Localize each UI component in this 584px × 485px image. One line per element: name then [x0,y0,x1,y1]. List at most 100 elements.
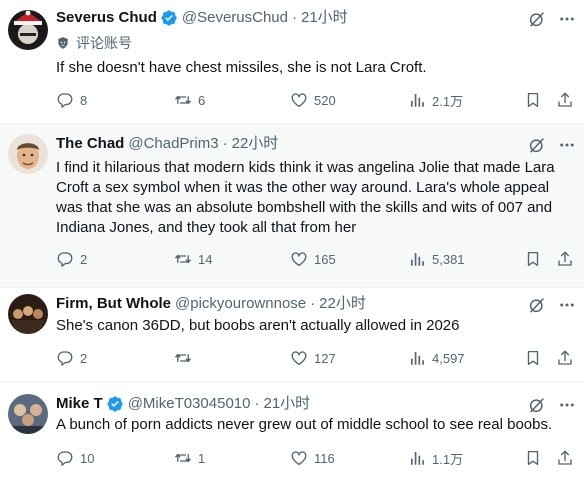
author-handle[interactable]: @SeverusChud [182,8,288,28]
avatar[interactable] [8,294,48,334]
avatar-image [8,394,48,434]
tweet[interactable]: The Chad @ChadPrim3 · 22小时 I find it hil… [0,124,584,288]
retweet-count: 14 [198,251,213,267]
retweet-button[interactable] [174,348,198,368]
bookmark-icon [524,449,542,467]
share-button[interactable] [556,448,574,468]
bookmark-button[interactable] [524,249,542,269]
share-button[interactable] [556,90,574,110]
like-button[interactable]: 165 [290,249,336,269]
share-icon [556,91,574,109]
like-button[interactable]: 127 [290,348,336,368]
retweet-count: 1 [198,450,206,466]
timestamp[interactable]: 21小时 [264,394,311,414]
tweet-text: A bunch of porn addicts never grew out o… [56,416,553,433]
reply-count: 8 [80,92,88,108]
retweet-icon [174,449,192,467]
more-options-icon[interactable] [558,136,576,154]
separator-dot: · [310,295,316,312]
more-options-icon[interactable] [558,396,576,414]
bookmark-button[interactable] [524,90,542,110]
reply-button[interactable]: 2 [56,348,87,368]
more-options-icon[interactable] [558,10,576,28]
avatar[interactable] [8,10,48,50]
separator-dot: · [254,395,260,412]
share-button[interactable] [556,348,574,368]
bookmark-button[interactable] [524,348,542,368]
verified-badge-icon [106,395,124,413]
views-button[interactable]: 4,597 [408,348,465,368]
heart-icon [290,250,308,268]
tweet[interactable]: Severus Chud @SeverusChud · 21小时 评论账号 If… [0,0,584,124]
timestamp[interactable]: 22小时 [319,294,366,314]
like-count: 127 [314,350,336,366]
retweet-button[interactable]: 6 [174,90,205,110]
tweet-text: If she doesn't have chest missiles, she … [56,59,427,76]
view-count: 2.1万 [432,93,464,109]
author-name[interactable]: The Chad [56,134,124,154]
avatar-image [8,294,48,334]
retweet-button[interactable]: 14 [174,249,212,269]
avatar[interactable] [8,134,48,174]
verified-badge-icon [160,9,178,27]
heart-icon [290,449,308,467]
tweet[interactable]: Firm, But Whole @pickyourownnose · 22小时 … [0,288,584,382]
timestamp[interactable]: 22小时 [232,134,279,154]
more-options-icon[interactable] [558,296,576,314]
view-count: 4,597 [432,350,465,366]
share-icon [556,250,574,268]
author-name[interactable]: Firm, But Whole [56,294,171,314]
like-count: 165 [314,251,336,267]
views-button[interactable]: 1.1万 [408,448,463,468]
like-button[interactable]: 520 [290,90,336,110]
avatar[interactable] [8,394,48,434]
author-handle[interactable]: @pickyourownnose [175,294,306,314]
avatar-image [8,134,48,174]
reply-button[interactable]: 8 [56,90,87,110]
retweet-icon [174,349,192,367]
tweet-text: I find it hilarious that modern kids thi… [56,159,555,236]
reply-icon [56,349,74,367]
author-name[interactable]: Severus Chud [56,8,157,28]
views-chart-icon [408,449,426,467]
views-button[interactable]: 2.1万 [408,90,463,110]
tweet[interactable]: Mike T @MikeT03045010 · 21小时 A bunch of … [0,382,584,485]
reply-count: 2 [80,251,88,267]
bookmark-button[interactable] [524,448,542,468]
author-handle[interactable]: @ChadPrim3 [128,134,218,154]
bookmark-icon [524,349,542,367]
grok-icon[interactable] [528,10,546,28]
timestamp[interactable]: 21小时 [301,8,348,28]
reply-icon [56,449,74,467]
reply-button[interactable]: 2 [56,249,87,269]
reply-icon [56,250,74,268]
separator-dot: · [222,135,228,152]
like-button[interactable]: 116 [290,448,335,468]
view-count: 5,381 [432,251,465,267]
views-chart-icon [408,349,426,367]
views-chart-icon [408,91,426,109]
tweet-text: She's canon 36DD, but boobs aren't actua… [56,317,460,334]
retweet-count: 6 [198,92,206,108]
reply-count: 2 [80,350,88,366]
share-icon [556,349,574,367]
view-count: 1.1万 [432,451,464,467]
retweet-button[interactable]: 1 [174,448,205,468]
bookmark-icon [524,91,542,109]
grok-icon[interactable] [528,296,546,314]
author-handle[interactable]: @MikeT03045010 [128,394,251,414]
like-count: 520 [314,92,336,108]
views-chart-icon [408,250,426,268]
separator-dot: · [292,9,297,26]
shield-icon [58,37,68,49]
bookmark-icon [524,250,542,268]
grok-icon[interactable] [528,396,546,414]
views-button[interactable]: 5,381 [408,249,465,269]
retweet-icon [174,91,192,109]
author-name[interactable]: Mike T [56,394,103,414]
grok-icon[interactable] [528,136,546,154]
share-button[interactable] [556,249,574,269]
retweet-icon [174,250,192,268]
reply-button[interactable]: 10 [56,448,94,468]
reply-count: 10 [80,450,95,466]
